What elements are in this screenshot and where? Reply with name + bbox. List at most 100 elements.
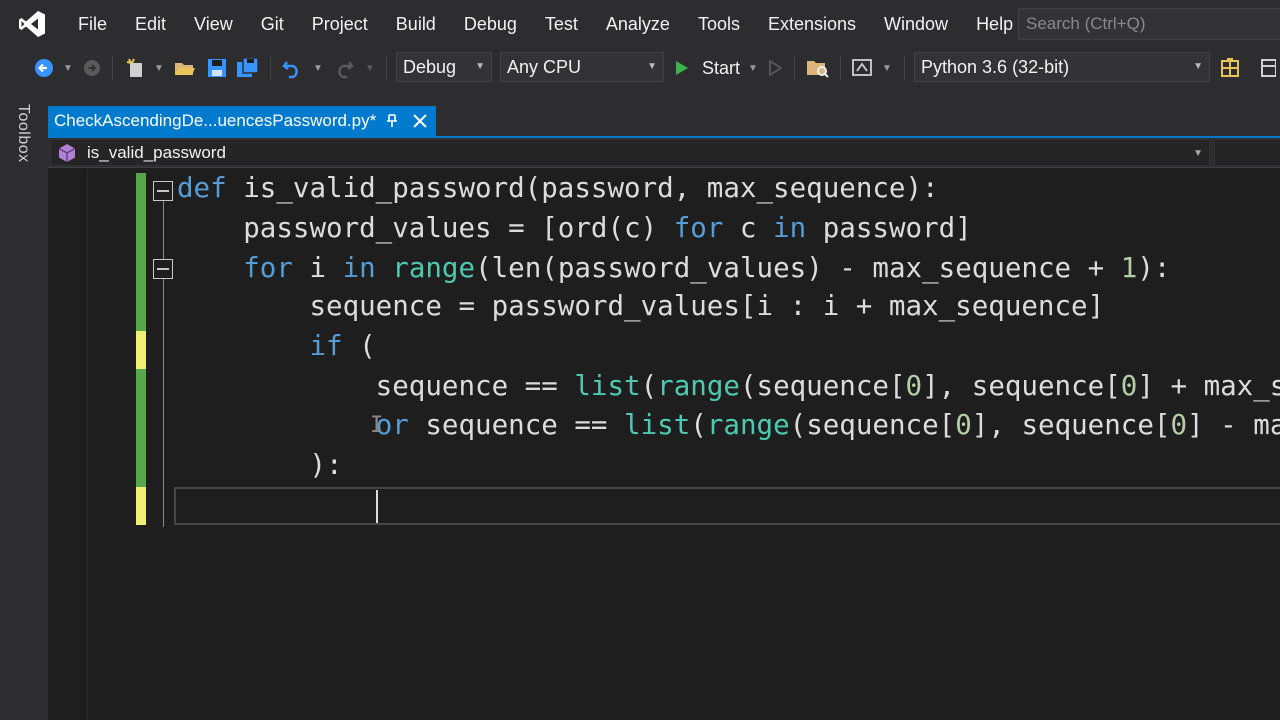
menu-item-tools[interactable]: Tools (684, 0, 754, 48)
code-line[interactable]: password_values = [ord(c) for c in passw… (177, 209, 972, 248)
menu-item-test[interactable]: Test (531, 0, 592, 48)
code-line[interactable]: for i in range(len(password_values) - ma… (177, 249, 1170, 288)
text-caret (376, 490, 378, 523)
menu-item-project[interactable]: Project (298, 0, 382, 48)
solution-platform-select[interactable]: Any CPU ▼ (500, 52, 664, 82)
save-icon[interactable] (204, 48, 230, 88)
chevron-down-icon: ▼ (475, 61, 485, 72)
menu-item-build[interactable]: Build (382, 0, 450, 48)
menu-item-extensions[interactable]: Extensions (754, 0, 870, 48)
code-line[interactable]: sequence = password_values[i : i + max_s… (177, 287, 1104, 326)
saved-change-indicator (136, 369, 146, 487)
code-token: c (723, 212, 774, 244)
live-share-icon[interactable] (848, 48, 876, 88)
toolbar-options-icon[interactable] (1256, 48, 1280, 88)
play-icon (676, 61, 688, 75)
solution-configuration-select[interactable]: Debug ▼ (396, 52, 492, 82)
new-project-icon[interactable] (122, 48, 150, 88)
python-environment-select[interactable]: Python 3.6 (32-bit) ▼ (914, 52, 1210, 82)
collapse-icon[interactable] (153, 259, 173, 279)
toolbar-separator (840, 56, 841, 80)
code-token: ] - ma (1187, 409, 1280, 441)
code-line[interactable]: or sequence == list(range(sequence[0], s… (177, 406, 1280, 445)
solution-platform-value: Any CPU (507, 57, 582, 77)
start-without-debugging-icon[interactable] (764, 48, 786, 88)
menu-item-debug[interactable]: Debug (450, 0, 531, 48)
menu-item-view[interactable]: View (180, 0, 247, 48)
code-token: ( (640, 370, 658, 402)
save-all-icon[interactable] (234, 48, 262, 88)
unsaved-change-indicator (136, 331, 146, 369)
menu-item-edit[interactable]: Edit (121, 0, 180, 48)
code-editor[interactable]: def is_valid_password(password, max_sequ… (48, 169, 1280, 720)
start-debugging-button[interactable]: Start ▼ (672, 48, 770, 88)
code-token: for (673, 212, 724, 244)
code-line[interactable]: sequence == list(range(sequence[0], sequ… (177, 367, 1280, 406)
code-token: if (309, 330, 343, 362)
menu-items: File Edit View Git Project Build Debug Test Anal… (64, 0, 1027, 48)
code-line[interactable]: if ( (177, 327, 375, 366)
open-folder-icon[interactable] (172, 48, 198, 88)
code-token: 0 (1170, 409, 1188, 441)
collapse-icon[interactable] (153, 181, 173, 201)
solution-configuration-value: Debug (403, 57, 457, 77)
toolbar-separator (112, 56, 113, 80)
browse-folder-icon[interactable] (804, 48, 832, 88)
undo-icon[interactable] (278, 48, 306, 88)
visual-studio-logo-icon[interactable] (0, 0, 64, 48)
toolbar-separator (794, 56, 795, 80)
toolbox-tab[interactable]: Toolbox (14, 104, 32, 163)
scope-dropdown[interactable] (1214, 139, 1280, 166)
tab-title: CheckAscendingDe...uencesPassword.py* (54, 111, 377, 130)
code-line[interactable]: def is_valid_password(password, max_sequ… (177, 169, 939, 208)
code-token: is_valid_password(password, max_sequence… (226, 172, 939, 204)
pin-icon[interactable] (384, 106, 400, 136)
mouse-ibeam-cursor: I (370, 413, 384, 438)
toolbox-strip (0, 88, 48, 720)
code-line[interactable]: ): (177, 446, 342, 485)
code-token: 0 (905, 370, 923, 402)
member-dropdown[interactable]: is_valid_password ▼ (50, 139, 1210, 166)
unsaved-change-indicator (136, 487, 146, 525)
menu-item-window[interactable]: Window (870, 0, 962, 48)
python-environments-window-icon[interactable] (1216, 48, 1244, 88)
outline-guide (163, 279, 164, 527)
search-input[interactable]: Search (Ctrl+Q) (1018, 8, 1280, 40)
navigate-back-icon[interactable] (30, 48, 58, 88)
toolbar-separator (386, 56, 387, 80)
back-dropdown-chevron-icon[interactable]: ▼ (60, 48, 76, 88)
menu-item-analyze[interactable]: Analyze (592, 0, 684, 48)
navigation-bar: is_valid_password ▼ (48, 138, 1280, 168)
redo-icon[interactable] (330, 48, 358, 88)
code-token: password] (806, 212, 972, 244)
python-environment-value: Python 3.6 (32-bit) (921, 57, 1070, 77)
menu-item-file[interactable]: File (64, 0, 121, 48)
tab-active-document[interactable]: CheckAscendingDe...uencesPassword.py* (48, 106, 436, 136)
code-token: (sequence[ (739, 370, 906, 402)
code-token: ], sequence[ (971, 409, 1171, 441)
method-cube-icon (57, 143, 77, 168)
close-tab-icon[interactable] (412, 106, 428, 136)
toolbar-overflow-chevron-icon[interactable]: ▼ (878, 48, 896, 88)
code-token: (len(password_values) - max_sequence + (475, 252, 1121, 284)
start-label: Start (702, 57, 741, 78)
code-token: sequence = password_values[i : i + max_s… (177, 290, 1105, 322)
chevron-down-icon: ▼ (1193, 61, 1203, 72)
undo-dropdown-chevron-icon[interactable]: ▼ (310, 48, 326, 88)
code-token: in (773, 212, 807, 244)
redo-dropdown-chevron-icon[interactable]: ▼ (362, 48, 378, 88)
navigate-forward-icon[interactable] (80, 48, 104, 88)
code-token: i (292, 252, 343, 284)
chevron-down-icon: ▼ (1193, 148, 1203, 159)
toolbar-separator (270, 56, 271, 80)
toolbar-separator (904, 56, 905, 80)
code-token: ): (1137, 252, 1171, 284)
code-token: (sequence[ (789, 409, 956, 441)
code-token: list (624, 409, 691, 441)
new-project-dropdown-chevron-icon[interactable]: ▼ (152, 48, 166, 88)
code-token: sequence == (177, 370, 575, 402)
menu-item-git[interactable]: Git (247, 0, 298, 48)
